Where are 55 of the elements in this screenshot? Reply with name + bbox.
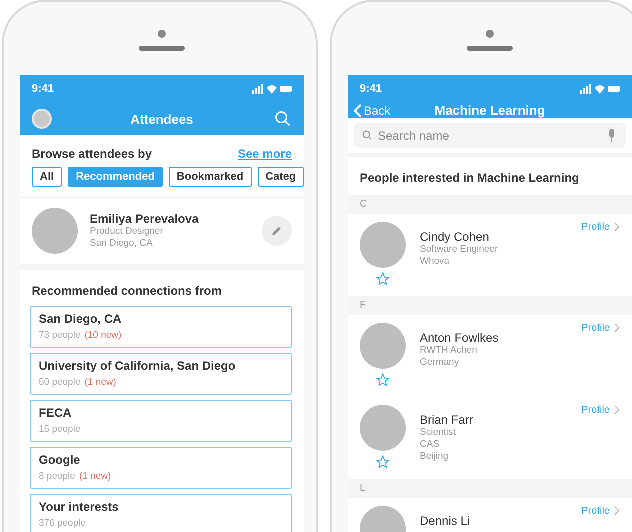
speaker-slot [467,46,513,51]
person-detail: Software Engineer [420,244,500,256]
chevron-icon [614,222,620,232]
profile-location: San Diego, CA [90,238,154,250]
section-letter: L [348,479,632,498]
camera-dot [486,30,494,38]
person-name: Dennis Li [420,514,472,528]
section-title: Recommended connections from [31,283,224,300]
connection-card[interactable]: Google 8 people (1 new) [30,447,292,489]
search-icon[interactable] [274,110,292,128]
section-letter: F [348,296,632,315]
browse-label: Browse attendees by [32,147,152,161]
person-detail: Whova [420,256,451,268]
status-icons [252,84,292,94]
status-time: 9:41 [360,83,382,95]
microphone-icon[interactable] [608,129,616,142]
filter-tab[interactable]: Bookmarked [168,167,252,187]
filter-tab[interactable]: Categ [258,167,304,187]
avatar-placeholder [360,405,406,451]
search-field[interactable]: Search name [354,123,626,148]
edit-button[interactable] [262,216,292,246]
star-icon[interactable] [376,373,390,387]
chevron-icon [354,104,362,118]
person-name: Brian Farr [420,413,474,427]
connection-card[interactable]: San Diego, CA 73 people (10 new) [30,306,292,348]
chevron-icon [614,506,620,516]
pencil-icon [271,225,283,237]
connection-card[interactable]: University of California, San Diego 50 people (1 new) [30,353,292,395]
profile-title: Product Designer [90,226,164,238]
status-icons [580,84,620,94]
person-detail: CAS [420,439,441,451]
person-detail: Germany [420,357,460,369]
screen-title: Machine Learning [434,103,546,118]
profile-name: Emiliya Perevalova [90,212,200,226]
star-icon[interactable] [376,455,390,469]
status-time: 9:41 [32,83,54,95]
chevron-icon [614,323,620,333]
person-name: Cindy Cohen [420,230,490,244]
avatar-placeholder [32,208,78,254]
avatar-icon[interactable] [32,109,52,129]
speaker-slot [139,46,185,51]
person-detail: Beijing [420,451,450,463]
camera-dot [158,30,166,38]
avatar-placeholder [360,323,406,369]
connection-card[interactable]: Your interests 376 people [30,494,292,532]
connection-card[interactable]: FECA 15 people [30,400,292,442]
avatar-placeholder [360,222,406,268]
chevron-icon [614,405,620,415]
star-icon[interactable] [376,272,390,286]
person-detail: Scientist [420,427,457,439]
person-name: Anton Fowlkes [420,331,500,345]
filter-tab[interactable]: All [32,167,62,187]
screen-title: Attendees [130,112,194,126]
section-letter: C [348,195,632,214]
person-detail: RWTH Achen [420,345,478,357]
